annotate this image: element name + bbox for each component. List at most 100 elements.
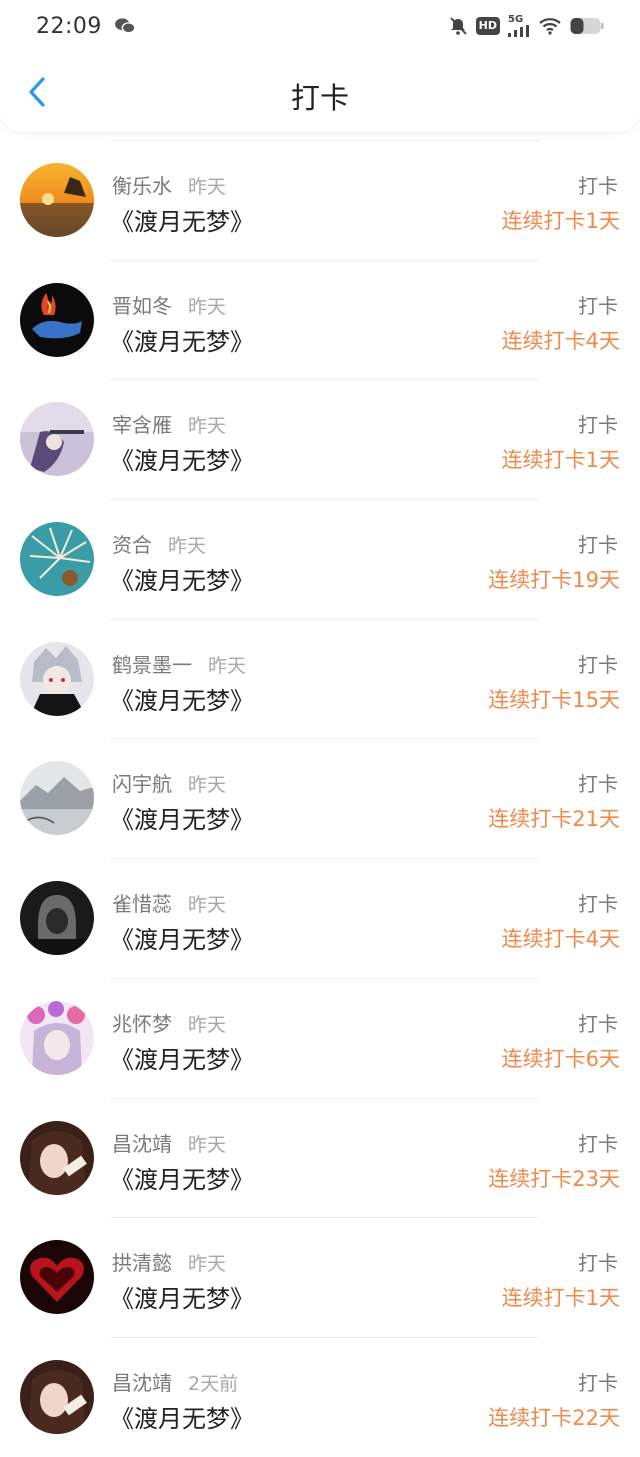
user-name: 资合 xyxy=(112,533,152,558)
checkin-label: 打卡 xyxy=(578,1011,618,1036)
checkin-label: 打卡 xyxy=(578,772,618,797)
checkin-time: 昨天 xyxy=(188,774,227,797)
user-name: 雀惜蕊 xyxy=(112,892,172,917)
book-title: 《渡月无梦》 xyxy=(110,447,254,476)
book-title: 《渡月无梦》 xyxy=(110,1045,254,1074)
checkin-time: 昨天 xyxy=(188,1013,227,1036)
checkin-time: 昨天 xyxy=(168,535,207,558)
list-item[interactable]: 衡乐水 昨天 《渡月无梦》 打卡 连续打卡1天 xyxy=(0,140,640,260)
avatar[interactable] xyxy=(20,1000,94,1075)
checkin-label: 打卡 xyxy=(578,1370,618,1395)
user-name: 昌沈靖 xyxy=(112,1370,172,1395)
divider xyxy=(110,977,540,979)
book-title: 《渡月无梦》 xyxy=(110,1165,254,1194)
book-title: 《渡月无梦》 xyxy=(110,567,254,596)
streak-label: 连续打卡22天 xyxy=(488,1405,620,1430)
list-item[interactable]: 昌沈靖 2天前 《渡月无梦》 打卡 连续打卡22天 xyxy=(0,1336,640,1457)
avatar[interactable] xyxy=(20,163,94,237)
checkin-list: 衡乐水 昨天 《渡月无梦》 打卡 连续打卡1天 晋如冬 昨天 《渡月无梦》 打卡 连… xyxy=(0,140,640,1457)
list-item[interactable]: 闪宇航 昨天 《渡月无梦》 打卡 连续打卡21天 xyxy=(0,738,640,858)
user-name: 昌沈靖 xyxy=(112,1131,172,1156)
hd-icon: HD xyxy=(475,17,500,35)
book-title: 《渡月无梦》 xyxy=(110,686,254,715)
checkin-time: 昨天 xyxy=(188,176,227,198)
avatar[interactable] xyxy=(20,522,94,597)
checkin-time: 昨天 xyxy=(188,415,227,438)
checkin-label: 打卡 xyxy=(578,892,618,917)
user-name: 宰含雁 xyxy=(112,413,172,438)
mute-bell-icon xyxy=(449,17,467,35)
user-name: 兆怀梦 xyxy=(112,1011,172,1036)
checkin-time: 昨天 xyxy=(188,1133,227,1156)
battery-icon xyxy=(570,18,604,34)
wechat-icon xyxy=(115,18,136,34)
status-time: 22:09 xyxy=(36,13,102,39)
checkin-time: 2天前 xyxy=(188,1372,239,1395)
checkin-label: 打卡 xyxy=(578,652,618,677)
wifi-icon xyxy=(539,18,561,35)
divider xyxy=(110,738,540,740)
divider xyxy=(110,379,540,381)
list-item[interactable]: 昌沈靖 昨天 《渡月无梦》 打卡 连续打卡23天 xyxy=(0,1097,640,1218)
page-title: 打卡 xyxy=(290,81,349,115)
status-icons: HD 5G xyxy=(448,15,604,37)
divider xyxy=(110,499,540,501)
avatar[interactable] xyxy=(20,881,94,956)
streak-label: 连续打卡19天 xyxy=(488,568,620,593)
checkin-time: 昨天 xyxy=(208,654,247,677)
streak-label: 连续打卡4天 xyxy=(501,927,620,952)
divider xyxy=(110,1097,540,1099)
avatar[interactable] xyxy=(20,1120,94,1195)
list-item[interactable]: 宰含雁 昨天 《渡月无梦》 打卡 连续打卡1天 xyxy=(0,379,640,499)
avatar[interactable] xyxy=(20,402,94,477)
checkin-time: 昨天 xyxy=(188,894,227,917)
list-item[interactable]: 雀惜蕊 昨天 《渡月无梦》 打卡 连续打卡4天 xyxy=(0,858,640,978)
user-name: 衡乐水 xyxy=(112,174,172,198)
streak-label: 连续打卡4天 xyxy=(501,328,620,353)
checkin-label: 打卡 xyxy=(578,1251,618,1276)
checkin-label: 打卡 xyxy=(578,293,618,318)
app-header: 打卡 xyxy=(0,52,640,132)
user-name: 闪宇航 xyxy=(112,772,172,797)
user-name: 晋如冬 xyxy=(112,293,172,318)
book-title: 《渡月无梦》 xyxy=(110,926,254,955)
avatar[interactable] xyxy=(20,1240,94,1315)
network-label: 5G xyxy=(508,14,524,25)
book-title: 《渡月无梦》 xyxy=(110,208,254,236)
divider xyxy=(110,140,540,141)
book-title: 《渡月无梦》 xyxy=(110,806,254,835)
streak-label: 连续打卡23天 xyxy=(488,1166,620,1191)
signal-5g-icon: 5G xyxy=(508,15,530,37)
streak-label: 连续打卡1天 xyxy=(501,448,620,473)
divider xyxy=(110,858,540,860)
list-item[interactable]: 鹤景墨一 昨天 《渡月无梦》 打卡 连续打卡15天 xyxy=(0,618,640,739)
checkin-time: 昨天 xyxy=(188,295,227,318)
checkin-time: 昨天 xyxy=(188,1253,227,1276)
checkin-label: 打卡 xyxy=(578,174,618,198)
book-title: 《渡月无梦》 xyxy=(110,327,254,356)
list-item[interactable]: 晋如冬 昨天 《渡月无梦》 打卡 连续打卡4天 xyxy=(0,259,640,380)
divider xyxy=(110,618,540,620)
user-name: 拱清懿 xyxy=(112,1251,172,1276)
list-item[interactable]: 兆怀梦 昨天 《渡月无梦》 打卡 连续打卡6天 xyxy=(0,977,640,1098)
status-bar: 22:09 HD 5G xyxy=(0,0,640,52)
checkin-label: 打卡 xyxy=(578,533,618,558)
streak-label: 连续打卡15天 xyxy=(488,687,620,712)
avatar[interactable] xyxy=(20,761,94,836)
avatar[interactable] xyxy=(20,641,94,716)
divider xyxy=(110,259,540,261)
avatar[interactable] xyxy=(20,282,94,357)
avatar[interactable] xyxy=(20,1359,94,1434)
streak-label: 连续打卡1天 xyxy=(501,1286,620,1311)
streak-label: 连续打卡1天 xyxy=(501,209,620,233)
list-item[interactable]: 拱清懿 昨天 《渡月无梦》 打卡 连续打卡1天 xyxy=(0,1217,640,1337)
user-name: 鹤景墨一 xyxy=(112,652,192,677)
book-title: 《渡月无梦》 xyxy=(110,1285,254,1314)
list-item[interactable]: 资合 昨天 《渡月无梦》 打卡 连续打卡19天 xyxy=(0,499,640,619)
checkin-label: 打卡 xyxy=(578,1131,618,1156)
streak-label: 连续打卡21天 xyxy=(488,807,620,832)
divider xyxy=(110,1336,540,1338)
divider xyxy=(110,1217,540,1219)
streak-label: 连续打卡6天 xyxy=(501,1046,620,1071)
checkin-label: 打卡 xyxy=(578,413,618,438)
